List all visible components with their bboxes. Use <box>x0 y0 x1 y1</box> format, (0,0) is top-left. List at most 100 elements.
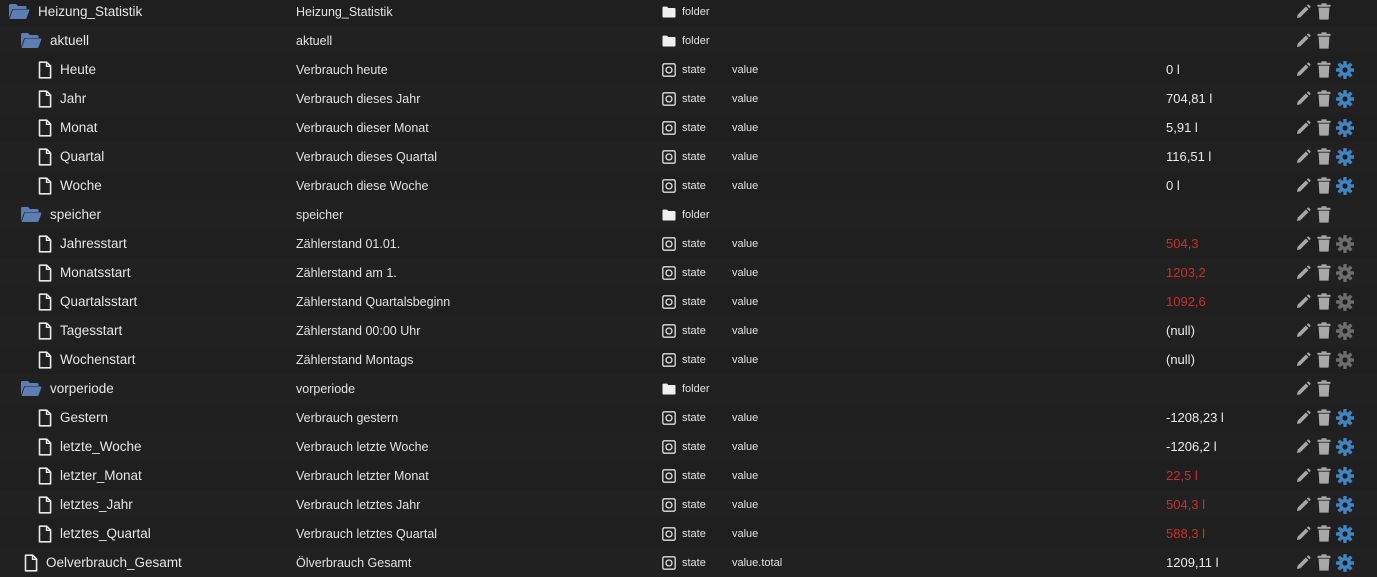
edit-pencil-icon[interactable] <box>1294 467 1312 485</box>
edit-pencil-icon[interactable] <box>1294 177 1312 195</box>
state-row[interactable]: Tagesstart Zählerstand 00:00 Uhr state valu… <box>0 316 1377 345</box>
edit-pencil-icon[interactable] <box>1294 90 1312 108</box>
delete-trash-icon[interactable] <box>1315 322 1333 340</box>
settings-gear-icon[interactable] <box>1336 553 1354 572</box>
object-value[interactable]: 588,3 l <box>1166 519 1205 548</box>
delete-trash-icon[interactable] <box>1315 177 1333 195</box>
delete-trash-icon[interactable] <box>1315 467 1333 485</box>
edit-pencil-icon[interactable] <box>1294 554 1312 572</box>
delete-trash-icon[interactable] <box>1315 380 1333 398</box>
file-icon[interactable] <box>38 147 52 166</box>
delete-trash-icon[interactable] <box>1315 554 1333 572</box>
settings-gear-icon[interactable] <box>1336 60 1354 79</box>
delete-trash-icon[interactable] <box>1315 119 1333 137</box>
object-value[interactable]: 1092,6 <box>1166 287 1206 316</box>
settings-gear-icon[interactable] <box>1336 350 1354 369</box>
folder-open-icon[interactable] <box>20 380 42 397</box>
delete-trash-icon[interactable] <box>1315 409 1333 427</box>
edit-pencil-icon[interactable] <box>1294 525 1312 543</box>
file-icon[interactable] <box>38 89 52 108</box>
edit-pencil-icon[interactable] <box>1294 3 1312 21</box>
edit-pencil-icon[interactable] <box>1294 380 1312 398</box>
object-value[interactable]: 1209,11 l <box>1166 548 1219 577</box>
edit-pencil-icon[interactable] <box>1294 206 1312 224</box>
edit-pencil-icon[interactable] <box>1294 322 1312 340</box>
edit-pencil-icon[interactable] <box>1294 32 1312 50</box>
file-icon[interactable] <box>38 350 52 369</box>
file-icon[interactable] <box>38 495 52 514</box>
delete-trash-icon[interactable] <box>1315 351 1333 369</box>
object-value[interactable]: (null) <box>1166 345 1195 374</box>
delete-trash-icon[interactable] <box>1315 148 1333 166</box>
state-row[interactable]: letztes_Jahr Verbrauch letztes Jahr state v… <box>0 490 1377 519</box>
file-icon[interactable] <box>38 292 52 311</box>
folder-row[interactable]: aktuell aktuell folder <box>0 26 1377 55</box>
folder-row[interactable]: speicher speicher folder <box>0 200 1377 229</box>
delete-trash-icon[interactable] <box>1315 90 1333 108</box>
settings-gear-icon[interactable] <box>1336 263 1354 282</box>
folder-open-icon[interactable] <box>8 3 30 20</box>
object-value[interactable]: 5,91 l <box>1166 113 1198 142</box>
settings-gear-icon[interactable] <box>1336 408 1354 427</box>
settings-gear-icon[interactable] <box>1336 89 1354 108</box>
delete-trash-icon[interactable] <box>1315 3 1333 21</box>
file-icon[interactable] <box>38 263 52 282</box>
state-row[interactable]: Jahr Verbrauch dieses Jahr state value 704,8… <box>0 84 1377 113</box>
object-value[interactable]: -1206,2 l <box>1166 432 1217 461</box>
state-row[interactable]: Jahresstart Zählerstand 01.01. state value 5… <box>0 229 1377 258</box>
edit-pencil-icon[interactable] <box>1294 438 1312 456</box>
folder-row[interactable]: vorperiode vorperiode folder <box>0 374 1377 403</box>
state-row[interactable]: letzte_Woche Verbrauch letzte Woche state v… <box>0 432 1377 461</box>
file-icon[interactable] <box>38 321 52 340</box>
edit-pencil-icon[interactable] <box>1294 148 1312 166</box>
edit-pencil-icon[interactable] <box>1294 264 1312 282</box>
state-row[interactable]: Woche Verbrauch diese Woche state value 0 l <box>0 171 1377 200</box>
settings-gear-icon[interactable] <box>1336 495 1354 514</box>
edit-pencil-icon[interactable] <box>1294 409 1312 427</box>
delete-trash-icon[interactable] <box>1315 32 1333 50</box>
file-icon[interactable] <box>38 176 52 195</box>
object-value[interactable]: (null) <box>1166 316 1195 345</box>
settings-gear-icon[interactable] <box>1336 234 1354 253</box>
state-row[interactable]: Heute Verbrauch heute state value 0 l <box>0 55 1377 84</box>
state-row[interactable]: Quartalsstart Zählerstand Quartalsbeginn s… <box>0 287 1377 316</box>
edit-pencil-icon[interactable] <box>1294 61 1312 79</box>
state-row[interactable]: Monat Verbrauch dieser Monat state value 5,9… <box>0 113 1377 142</box>
edit-pencil-icon[interactable] <box>1294 119 1312 137</box>
settings-gear-icon[interactable] <box>1336 321 1354 340</box>
folder-open-icon[interactable] <box>20 32 42 49</box>
object-value[interactable]: 704,81 l <box>1166 84 1212 113</box>
folder-row[interactable]: Heizung_Statistik Heizung_Statistik folder <box>0 0 1377 26</box>
delete-trash-icon[interactable] <box>1315 206 1333 224</box>
delete-trash-icon[interactable] <box>1315 438 1333 456</box>
object-value[interactable]: 0 l <box>1166 171 1180 200</box>
file-icon[interactable] <box>38 437 52 456</box>
folder-open-icon[interactable] <box>20 206 42 223</box>
state-row[interactable]: Wochenstart Zählerstand Montags state value… <box>0 345 1377 374</box>
edit-pencil-icon[interactable] <box>1294 351 1312 369</box>
settings-gear-icon[interactable] <box>1336 524 1354 543</box>
settings-gear-icon[interactable] <box>1336 437 1354 456</box>
edit-pencil-icon[interactable] <box>1294 496 1312 514</box>
settings-gear-icon[interactable] <box>1336 118 1354 137</box>
file-icon[interactable] <box>38 118 52 137</box>
object-value[interactable]: 504,3 l <box>1166 490 1205 519</box>
settings-gear-icon[interactable] <box>1336 292 1354 311</box>
object-value[interactable]: 22,5 l <box>1166 461 1198 490</box>
object-value[interactable]: 504,3 <box>1166 229 1199 258</box>
object-value[interactable]: -1208,23 l <box>1166 403 1224 432</box>
state-row[interactable]: Gestern Verbrauch gestern state value -1208,… <box>0 403 1377 432</box>
file-icon[interactable] <box>38 60 52 79</box>
delete-trash-icon[interactable] <box>1315 61 1333 79</box>
file-icon[interactable] <box>38 234 52 253</box>
edit-pencil-icon[interactable] <box>1294 293 1312 311</box>
object-value[interactable]: 0 l <box>1166 55 1180 84</box>
delete-trash-icon[interactable] <box>1315 525 1333 543</box>
file-icon[interactable] <box>38 466 52 485</box>
settings-gear-icon[interactable] <box>1336 466 1354 485</box>
delete-trash-icon[interactable] <box>1315 264 1333 282</box>
file-icon[interactable] <box>24 553 38 572</box>
delete-trash-icon[interactable] <box>1315 235 1333 253</box>
state-row[interactable]: Monatsstart Zählerstand am 1. state value 12… <box>0 258 1377 287</box>
state-row[interactable]: letztes_Quartal Verbrauch letztes Quartal… <box>0 519 1377 548</box>
